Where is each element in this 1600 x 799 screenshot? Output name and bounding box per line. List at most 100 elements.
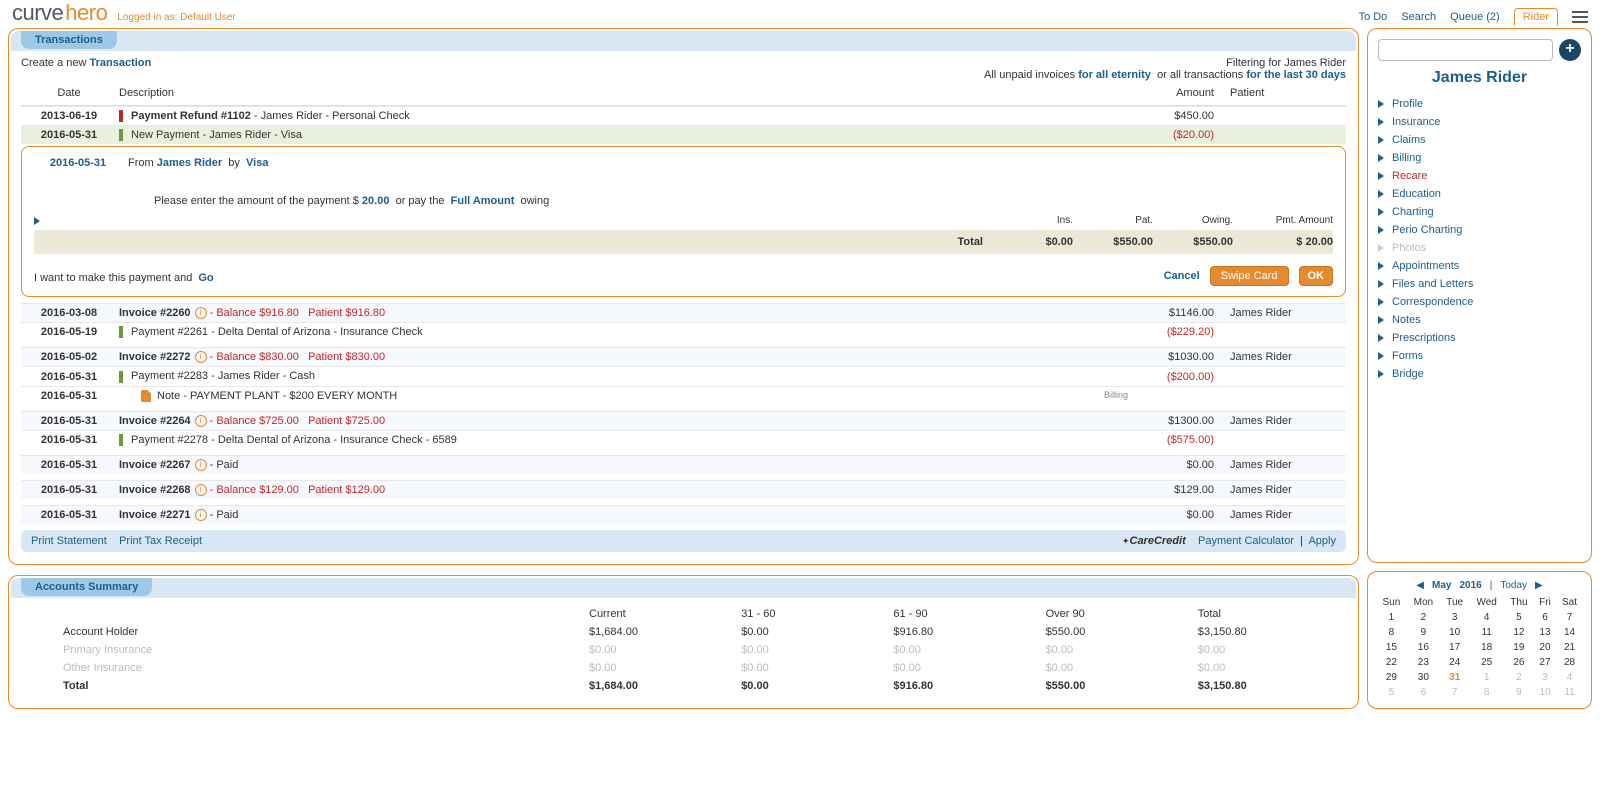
sidebar-item[interactable]: Correspondence (1378, 293, 1581, 311)
sidebar-item[interactable]: Notes (1378, 311, 1581, 329)
calendar-day[interactable]: 18 (1469, 640, 1503, 655)
calendar-day[interactable]: 5 (1504, 610, 1534, 625)
sidebar-item[interactable]: Recare (1378, 167, 1581, 185)
apply-link[interactable]: Apply (1308, 535, 1336, 547)
calendar-day[interactable]: 26 (1504, 655, 1534, 670)
sidebar-item[interactable]: Files and Letters (1378, 275, 1581, 293)
ok-button[interactable]: OK (1299, 266, 1334, 286)
patient-search-input[interactable] (1378, 39, 1553, 61)
print-statement-link[interactable]: Print Statement (31, 535, 107, 547)
sidebar-item[interactable]: Billing (1378, 149, 1581, 167)
filter-last30-link[interactable]: for the last 30 days (1246, 69, 1346, 81)
table-row[interactable]: 2016-05-31 Payment #2283 - James Rider -… (21, 366, 1346, 385)
exp-method[interactable]: Visa (246, 157, 268, 169)
nav-todo[interactable]: To Do (1359, 11, 1388, 23)
info-icon[interactable]: i (195, 459, 207, 471)
calendar-day[interactable]: 31 (1440, 670, 1470, 685)
exp-from-name[interactable]: James Rider (157, 157, 222, 169)
table-row[interactable]: 2016-05-31 Payment #2278 - Delta Dental … (21, 430, 1346, 449)
calendar-day[interactable]: 2 (1407, 610, 1440, 625)
calendar-day[interactable]: 27 (1534, 655, 1556, 670)
table-row[interactable]: 2016-05-02 Invoice #2272i - Balance $830… (21, 347, 1346, 366)
info-icon[interactable]: i (195, 484, 207, 496)
calendar-day[interactable]: 8 (1376, 625, 1407, 640)
calendar-day[interactable]: 11 (1469, 625, 1503, 640)
table-row[interactable]: 2016-05-19 Payment #2261 - Delta Dental … (21, 322, 1346, 341)
calendar-day[interactable]: 1 (1376, 610, 1407, 625)
table-row[interactable]: 2016-05-31 New Payment - James Rider - V… (21, 125, 1346, 144)
sidebar-item[interactable]: Education (1378, 185, 1581, 203)
calendar-day[interactable]: 6 (1534, 610, 1556, 625)
nav-search[interactable]: Search (1401, 11, 1436, 23)
create-transaction-link[interactable]: Transaction (90, 57, 152, 69)
calendar-day[interactable]: 3 (1440, 610, 1470, 625)
calendar-day[interactable]: 4 (1469, 610, 1503, 625)
table-row[interactable]: 2016-05-31 Invoice #2271i - Paid $0.00 J… (21, 505, 1346, 524)
calendar-day[interactable]: 21 (1556, 640, 1583, 655)
swipe-card-button[interactable]: Swipe Card (1210, 266, 1289, 286)
cancel-button[interactable]: Cancel (1164, 270, 1200, 282)
calendar-day[interactable]: 25 (1469, 655, 1503, 670)
sidebar-item[interactable]: Appointments (1378, 257, 1581, 275)
table-row[interactable]: 2016-05-31 Invoice #2264i - Balance $725… (21, 411, 1346, 430)
calendar-day[interactable]: 9 (1407, 625, 1440, 640)
filter-eternity-link[interactable]: for all eternity (1078, 69, 1151, 81)
sidebar-item[interactable]: Perio Charting (1378, 221, 1581, 239)
table-row[interactable]: 2013-06-19 Payment Refund #1102 - James … (21, 106, 1346, 125)
payment-amount-input[interactable]: 20.00 (362, 195, 390, 207)
logo[interactable]: curvehero Logged in as: Default User (12, 0, 236, 26)
calendar-day[interactable]: 28 (1556, 655, 1583, 670)
nav-queue[interactable]: Queue (2) (1450, 11, 1500, 23)
sidebar-item[interactable]: Insurance (1378, 113, 1581, 131)
calendar-day[interactable]: 23 (1407, 655, 1440, 670)
full-amount-link[interactable]: Full Amount (451, 195, 515, 207)
calendar-day[interactable]: 11 (1556, 685, 1583, 700)
calendar-day[interactable]: 22 (1376, 655, 1407, 670)
calendar-day[interactable]: 3 (1534, 670, 1556, 685)
calendar-day[interactable]: 9 (1504, 685, 1534, 700)
calendar-day[interactable]: 6 (1407, 685, 1440, 700)
sidebar-item[interactable]: Charting (1378, 203, 1581, 221)
calendar-day[interactable]: 30 (1407, 670, 1440, 685)
calendar-day[interactable]: 7 (1556, 610, 1583, 625)
cal-next-icon[interactable]: ▶ (1535, 580, 1543, 591)
calendar-day[interactable]: 17 (1440, 640, 1470, 655)
add-patient-button[interactable]: + (1559, 39, 1581, 61)
calendar-day[interactable]: 4 (1556, 670, 1583, 685)
calendar-day[interactable]: 12 (1504, 625, 1534, 640)
calendar-day[interactable]: 7 (1440, 685, 1470, 700)
calendar-day[interactable]: 16 (1407, 640, 1440, 655)
calendar-day[interactable]: 10 (1440, 625, 1470, 640)
sidebar-item[interactable]: Bridge (1378, 365, 1581, 383)
table-row[interactable]: 2016-05-31 Invoice #2268i - Balance $129… (21, 480, 1346, 499)
calendar-day[interactable]: 19 (1504, 640, 1534, 655)
info-icon[interactable]: i (195, 509, 207, 521)
expand-icon[interactable] (34, 217, 40, 225)
calendar-day[interactable]: 10 (1534, 685, 1556, 700)
table-row[interactable]: 2016-05-31 Note - PAYMENT PLANT - $200 E… (21, 386, 1346, 405)
calendar-day[interactable]: 1 (1469, 670, 1503, 685)
calendar-day[interactable]: 20 (1534, 640, 1556, 655)
payment-calculator-link[interactable]: Payment Calculator (1198, 535, 1294, 547)
cal-prev-icon[interactable]: ◀ (1416, 580, 1424, 591)
cal-today-link[interactable]: Today (1500, 580, 1527, 591)
sidebar-item[interactable]: Prescriptions (1378, 329, 1581, 347)
info-icon[interactable]: i (195, 307, 207, 319)
calendar-day[interactable]: 8 (1469, 685, 1503, 700)
menu-icon[interactable] (1572, 11, 1588, 23)
table-row[interactable]: 2016-05-31 Invoice #2267i - Paid $0.00 J… (21, 455, 1346, 474)
sidebar-item[interactable]: Profile (1378, 95, 1581, 113)
calendar-day[interactable]: 24 (1440, 655, 1470, 670)
info-icon[interactable]: i (195, 351, 207, 363)
nav-current-tab[interactable]: Rider (1514, 8, 1558, 26)
calendar-day[interactable]: 14 (1556, 625, 1583, 640)
sidebar-item[interactable]: Forms (1378, 347, 1581, 365)
calendar-day[interactable]: 29 (1376, 670, 1407, 685)
go-link[interactable]: Go (198, 272, 213, 284)
sidebar-item[interactable]: Claims (1378, 131, 1581, 149)
info-icon[interactable]: i (195, 415, 207, 427)
calendar-day[interactable]: 15 (1376, 640, 1407, 655)
print-tax-link[interactable]: Print Tax Receipt (119, 535, 202, 547)
calendar-day[interactable]: 5 (1376, 685, 1407, 700)
calendar-day[interactable]: 13 (1534, 625, 1556, 640)
